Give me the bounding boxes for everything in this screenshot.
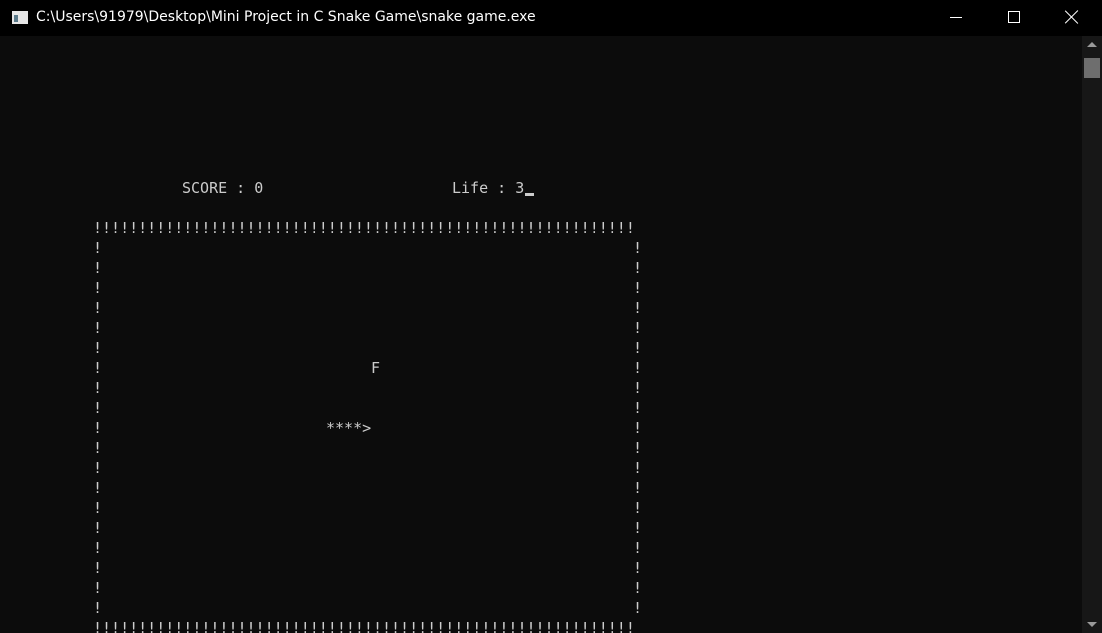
border-right-char: ! xyxy=(633,579,643,597)
scroll-thumb[interactable] xyxy=(1084,58,1100,78)
border-left-char: ! xyxy=(93,459,103,477)
border-right-char: ! xyxy=(633,419,643,437)
border-right-char: ! xyxy=(633,359,643,377)
border-left-char: ! xyxy=(93,279,103,297)
scroll-down-icon[interactable] xyxy=(1087,622,1097,627)
border-right-char: ! xyxy=(633,379,643,397)
console-app-icon xyxy=(12,11,28,24)
border-right-char: ! xyxy=(633,599,643,617)
console-output[interactable]: SCORE : 0 Life : 3 !!!!!!!!!!!!!!!!!!!!!… xyxy=(0,36,1082,633)
border-right-char: ! xyxy=(633,339,643,357)
border-left-char: ! xyxy=(93,419,103,437)
border-right-char: ! xyxy=(633,559,643,577)
border-right-char: ! xyxy=(633,479,643,497)
border-right-char: ! xyxy=(633,259,643,277)
border-right-char: ! xyxy=(633,279,643,297)
border-left-char: ! xyxy=(93,559,103,577)
border-left-char: ! xyxy=(93,339,103,357)
food-item: F xyxy=(371,359,381,377)
close-button[interactable] xyxy=(1049,0,1095,36)
maximize-button[interactable] xyxy=(991,0,1037,36)
border-right-char: ! xyxy=(633,239,643,257)
window-title: C:\Users\91979\Desktop\Mini Project in C… xyxy=(36,9,536,25)
score-display: SCORE : 0 xyxy=(182,179,264,197)
border-left-char: ! xyxy=(93,539,103,557)
border-right-char: ! xyxy=(633,399,643,417)
scroll-up-icon[interactable] xyxy=(1087,42,1097,47)
border-left-char: ! xyxy=(93,439,103,457)
life-display: Life : 3 xyxy=(452,178,535,198)
border-left-char: ! xyxy=(93,259,103,277)
border-left-char: ! xyxy=(93,379,103,397)
border-left-char: ! xyxy=(93,599,103,617)
border-right-char: ! xyxy=(633,299,643,317)
life-text: Life : 3 xyxy=(452,179,525,197)
border-left-char: ! xyxy=(93,519,103,537)
snake: ****> xyxy=(326,419,372,437)
minimize-icon xyxy=(950,17,962,18)
border-left-char: ! xyxy=(93,239,103,257)
border-right-char: ! xyxy=(633,499,643,517)
border-right-char: ! xyxy=(633,459,643,477)
border-left-char: ! xyxy=(93,479,103,497)
console-window: C:\Users\91979\Desktop\Mini Project in C… xyxy=(0,0,1102,633)
border-left-char: ! xyxy=(93,399,103,417)
border-right-char: ! xyxy=(633,439,643,457)
text-cursor xyxy=(525,193,535,196)
border-right-char: ! xyxy=(633,519,643,537)
border-left-char: ! xyxy=(93,359,103,377)
border-left-char: ! xyxy=(93,319,103,337)
border-bottom: !!!!!!!!!!!!!!!!!!!!!!!!!!!!!!!!!!!!!!!!… xyxy=(93,619,635,633)
minimize-button[interactable] xyxy=(933,0,979,36)
border-left-char: ! xyxy=(93,579,103,597)
border-left-char: ! xyxy=(93,499,103,517)
border-right-char: ! xyxy=(633,539,643,557)
border-left-char: ! xyxy=(93,299,103,317)
title-bar[interactable]: C:\Users\91979\Desktop\Mini Project in C… xyxy=(0,0,1102,36)
close-icon xyxy=(1065,10,1079,24)
vertical-scrollbar[interactable] xyxy=(1082,36,1102,633)
border-top: !!!!!!!!!!!!!!!!!!!!!!!!!!!!!!!!!!!!!!!!… xyxy=(93,219,635,237)
maximize-icon xyxy=(1008,11,1020,23)
border-right-char: ! xyxy=(633,319,643,337)
